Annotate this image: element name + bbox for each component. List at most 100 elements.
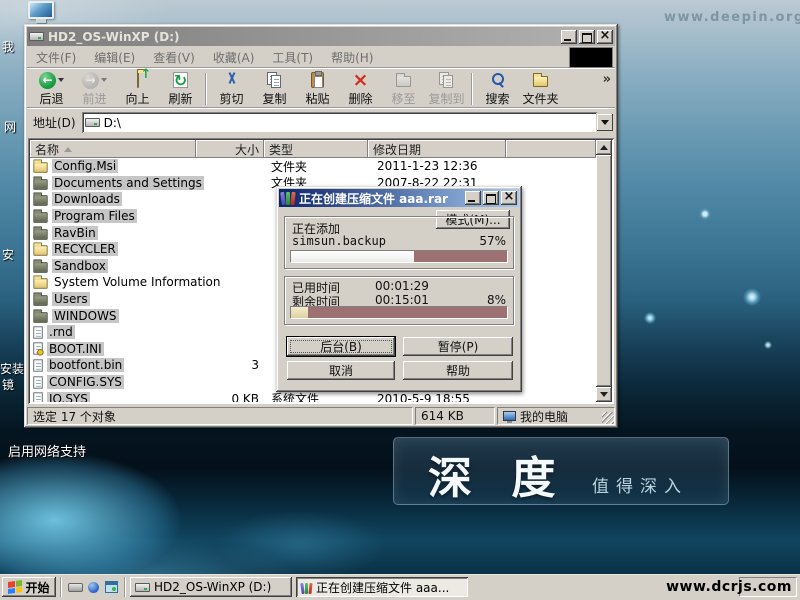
dialog-title: 正在创建压缩文件 aaa.rar: [299, 190, 463, 207]
chevron-down-icon: [101, 78, 107, 82]
total-percent: 8%: [487, 293, 506, 307]
copy-to-button[interactable]: 复制到: [425, 71, 468, 108]
search-button[interactable]: 搜索: [476, 71, 519, 108]
copy-icon: [267, 72, 283, 88]
network-support-desktop-icon[interactable]: 启用网络支持: [8, 441, 86, 460]
refresh-button[interactable]: ↻ 刷新: [159, 71, 202, 108]
menu-view[interactable]: 查看(V): [144, 49, 204, 66]
windows-logo-throbber: [569, 47, 613, 68]
dialog-minimize-button[interactable]: [465, 191, 481, 205]
column-header-type[interactable]: 类型: [264, 140, 368, 158]
file-name: Users: [52, 292, 90, 306]
menu-help[interactable]: 帮助(H): [322, 49, 382, 66]
dialog-maximize-button[interactable]: [483, 191, 499, 205]
menu-edit[interactable]: 编辑(E): [85, 49, 144, 66]
address-dropdown-button[interactable]: [597, 114, 613, 131]
file-progress-bar: [290, 250, 508, 263]
close-button[interactable]: [597, 30, 613, 44]
folder-icon: [33, 179, 47, 189]
explorer-titlebar[interactable]: HD2_OS-WinXP (D:): [27, 27, 615, 46]
status-size: 614 KB: [415, 407, 495, 425]
drive-icon: [135, 583, 150, 592]
cut-button[interactable]: 剪切: [210, 71, 253, 108]
status-location: 我的电脑: [497, 407, 615, 425]
folder-icon: [33, 312, 47, 322]
file-row[interactable]: IO.SYS 0 KB 系统文件 2010-5-9 18:55: [30, 390, 596, 402]
folders-icon: [533, 76, 548, 87]
banner-title: 深 度: [428, 442, 567, 506]
quick-launch-icon[interactable]: [84, 578, 102, 596]
show-desktop-icon[interactable]: [66, 578, 84, 596]
remaining-value: 00:15:01: [375, 293, 429, 307]
task-button-winrar[interactable]: 正在创建压缩文件 aaa...: [296, 577, 468, 597]
help-button[interactable]: 帮助: [403, 361, 513, 380]
file-name: RavBin: [52, 226, 98, 240]
background-button[interactable]: 后台(B): [287, 337, 395, 356]
menu-tools[interactable]: 工具(T): [263, 49, 322, 66]
scroll-up-button[interactable]: [596, 140, 612, 155]
vertical-scrollbar[interactable]: [596, 140, 612, 402]
folder-icon: [33, 229, 47, 239]
status-selection: 选定 17 个对象: [27, 407, 413, 425]
file-name: CONFIG.SYS: [47, 375, 124, 389]
window-title: HD2_OS-WinXP (D:): [48, 30, 559, 44]
current-file-name: simsun.backup: [292, 234, 386, 248]
forward-icon: →: [82, 72, 99, 89]
file-type: 文件夹: [264, 158, 368, 175]
windows-flag-icon: [8, 580, 22, 594]
address-bar: 地址(D) D:\: [27, 109, 615, 136]
folder-icon: [33, 295, 47, 305]
file-name: Sandbox: [52, 259, 108, 273]
desktop-icon-label-fragment: 安装: [0, 360, 24, 377]
dialog-close-button[interactable]: [501, 191, 517, 205]
file-icon: [33, 326, 43, 338]
file-name: Program Files: [52, 209, 137, 223]
winrar-progress-dialog: 正在创建压缩文件 aaa.rar 模式(M)... 正在添加 simsun.ba…: [276, 186, 522, 392]
forward-button[interactable]: → 前进: [73, 71, 116, 108]
dialog-buttons: 后台(B) 暂停(P) 取消 帮助: [287, 337, 513, 380]
maximize-button[interactable]: [579, 30, 595, 44]
system-file-icon: [33, 343, 43, 355]
file-date: 2011-1-23 12:36: [368, 159, 506, 173]
cancel-button[interactable]: 取消: [287, 361, 395, 380]
drive-icon: [29, 32, 44, 41]
up-button[interactable]: ↑ 向上: [116, 71, 159, 108]
chevron-down-icon: [601, 120, 609, 125]
menu-favorites[interactable]: 收藏(A): [204, 49, 264, 66]
file-name: BOOT.INI: [47, 342, 104, 356]
address-input[interactable]: D:\: [82, 112, 597, 133]
scroll-down-button[interactable]: [596, 387, 612, 402]
copy-button[interactable]: 复制: [253, 71, 296, 108]
start-button[interactable]: 开始: [2, 577, 56, 597]
folder-icon: [33, 262, 47, 272]
column-header-date[interactable]: 修改日期: [368, 140, 506, 158]
column-headers: 名称 大小 类型 修改日期: [30, 140, 596, 158]
my-computer-icon: [503, 411, 516, 421]
file-icon: [33, 392, 43, 402]
dialog-titlebar[interactable]: 正在创建压缩文件 aaa.rar: [279, 189, 519, 207]
file-size: 0 KB: [196, 392, 264, 402]
file-progress-fill: [291, 251, 414, 262]
menu-file[interactable]: 文件(F): [27, 49, 85, 66]
resize-grip[interactable]: [602, 412, 614, 424]
my-computer-desktop-icon[interactable]: [28, 1, 54, 19]
internet-explorer-icon[interactable]: [102, 578, 120, 596]
back-button[interactable]: ← 后退: [30, 71, 73, 108]
folders-button[interactable]: 文件夹: [519, 71, 562, 108]
deepin-banner: 深 度 值得深入: [393, 437, 729, 505]
status-bar: 选定 17 个对象 614 KB 我的电脑: [27, 405, 615, 425]
task-button-explorer[interactable]: HD2_OS-WinXP (D:): [130, 577, 292, 597]
folder-icon: [33, 279, 47, 289]
delete-button[interactable]: × 删除: [339, 71, 382, 108]
column-header-name[interactable]: 名称: [30, 140, 196, 158]
pause-button[interactable]: 暂停(P): [403, 337, 513, 356]
scrollbar-thumb[interactable]: [596, 155, 612, 387]
delete-icon: ×: [353, 72, 369, 88]
column-header-size[interactable]: 大小: [196, 140, 264, 158]
move-to-button[interactable]: 移至: [382, 71, 425, 108]
minimize-button[interactable]: [561, 30, 577, 44]
address-value: D:\: [104, 116, 121, 130]
paste-button[interactable]: 粘贴: [296, 71, 339, 108]
toolbar-overflow-chevron[interactable]: »: [603, 72, 611, 87]
file-row[interactable]: Config.Msi 文件夹 2011-1-23 12:36: [30, 158, 596, 175]
